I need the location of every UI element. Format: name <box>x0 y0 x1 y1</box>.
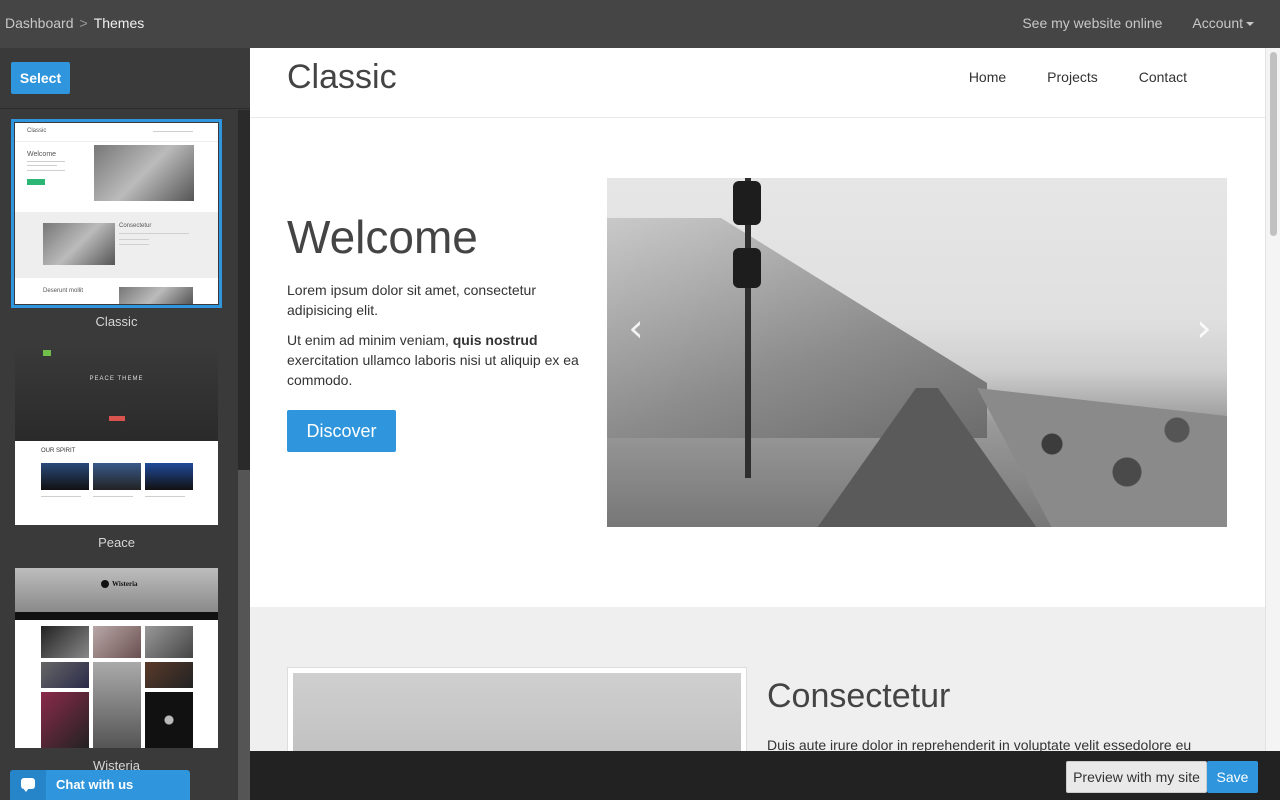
chat-label: Chat with us <box>56 777 134 792</box>
thumb-photo <box>145 692 193 748</box>
thumb-photo <box>145 463 193 490</box>
theme-thumbnail-wisteria: Wisteria <box>15 568 218 748</box>
slider-prev-icon[interactable]: ‹ <box>621 308 651 348</box>
breadcrumb-dashboard[interactable]: Dashboard <box>5 15 74 31</box>
peace-logo-icon <box>43 350 51 356</box>
chat-widget[interactable]: Chat with us <box>10 770 190 800</box>
site-title: Classic <box>287 58 397 96</box>
thumb-text-line <box>27 170 65 171</box>
thumb-button <box>27 179 45 185</box>
nav-home[interactable]: Home <box>969 69 1006 85</box>
thumb-photo <box>43 223 115 265</box>
thumb-photo <box>93 662 141 748</box>
thumb-photo <box>41 692 89 748</box>
see-website-link[interactable]: See my website online <box>1022 15 1162 31</box>
second-section-image <box>287 667 747 751</box>
select-button[interactable]: Select <box>11 62 70 94</box>
thumb-title: Classic <box>27 128 47 134</box>
hero-paragraph-2: Ut enim ad minim veniam, quis nostrud ex… <box>287 330 587 390</box>
thumb-hero <box>15 568 218 612</box>
sidebar-scrollbar-thumb[interactable] <box>238 470 250 800</box>
second-section-photo <box>293 673 741 751</box>
account-label: Account <box>1192 15 1243 31</box>
theme-card-wisteria[interactable]: Wisteria Wisteria <box>15 568 218 773</box>
theme-sidebar: Select Classic Welcome Consectetur Deser… <box>0 48 250 800</box>
theme-preview: Classic Home Projects Contact Welcome Lo… <box>250 48 1280 751</box>
theme-list[interactable]: Classic Welcome Consectetur Deserunt mol… <box>0 110 238 800</box>
thumb-photo <box>41 463 89 490</box>
top-right-links: See my website online Account <box>1022 15 1254 31</box>
slider-signal <box>733 181 761 225</box>
thumb-title: Wisteria <box>112 580 138 588</box>
thumb-section2-title: Deserunt mollit <box>43 288 84 294</box>
breadcrumb-separator: > <box>79 15 88 31</box>
thumb-photo <box>93 626 141 658</box>
account-menu[interactable]: Account <box>1192 15 1254 31</box>
hero-p2-pre: Ut enim ad minim veniam, <box>287 332 453 348</box>
thumb-text-line <box>119 233 189 234</box>
select-area: Select <box>0 48 250 109</box>
caret-down-icon <box>1246 22 1254 27</box>
thumb-hero <box>15 346 218 441</box>
bottom-bar: Preview with my site Save <box>250 751 1280 800</box>
thumb-text-line <box>119 239 149 240</box>
thumb-text-line <box>145 496 185 497</box>
save-button[interactable]: Save <box>1207 761 1258 793</box>
preview-with-my-site-button[interactable]: Preview with my site <box>1066 761 1207 793</box>
chat-bubble-icon <box>10 770 46 800</box>
theme-name-peace: Peace <box>98 535 135 550</box>
hero-p2-post: exercitation ullamco laboris nisi ut ali… <box>287 352 579 388</box>
sidebar-scrollbar[interactable] <box>238 110 250 800</box>
theme-thumbnail-peace: PEACE THEME OUR SPIRIT <box>15 346 218 525</box>
second-section-text: Duis aute irure dolor in reprehenderit i… <box>767 737 1192 751</box>
thumb-subtitle: OUR SPIRIT <box>41 448 76 454</box>
thumb-divider <box>15 141 218 142</box>
preview-scrollbar-thumb[interactable] <box>1270 52 1277 236</box>
second-section-heading: Consectetur <box>767 677 951 715</box>
thumb-button <box>109 416 125 421</box>
theme-card-classic[interactable]: Classic Welcome Consectetur Deserunt mol… <box>11 119 222 329</box>
preview-scrollbar[interactable] <box>1265 48 1280 751</box>
top-bar: Dashboard > Themes See my website online… <box>0 0 1280 48</box>
theme-card-peace[interactable]: PEACE THEME OUR SPIRIT Peace <box>15 346 218 550</box>
thumb-photo <box>145 626 193 658</box>
thumb-text-line <box>27 165 57 166</box>
site-header: Classic Home Projects Contact <box>250 48 1265 118</box>
thumb-welcome: Welcome <box>27 151 57 158</box>
thumb-section-title: Consectetur <box>119 223 152 229</box>
wisteria-logo-icon <box>101 580 109 588</box>
thumb-nav <box>15 612 218 620</box>
slider-signal <box>733 248 761 288</box>
breadcrumb-themes: Themes <box>93 15 145 31</box>
site-nav: Home Projects Contact <box>969 69 1187 85</box>
slider-next-icon[interactable]: › <box>1189 308 1219 348</box>
hero-heading: Welcome <box>287 211 478 263</box>
thumb-nav <box>153 131 193 132</box>
thumb-photo <box>94 145 194 201</box>
hero-section: Welcome Lorem ipsum dolor sit amet, cons… <box>250 118 1265 607</box>
thumb-text-line <box>119 244 149 245</box>
thumb-photo <box>119 287 193 304</box>
discover-button[interactable]: Discover <box>287 410 396 452</box>
nav-contact[interactable]: Contact <box>1139 69 1187 85</box>
thumb-photo <box>41 662 89 688</box>
thumb-text-line <box>41 496 81 497</box>
thumb-text-line <box>27 161 65 162</box>
hero-slider: ‹ › <box>607 178 1227 527</box>
thumb-text-line <box>93 496 133 497</box>
thumb-photo <box>41 626 89 658</box>
hero-paragraph-1: Lorem ipsum dolor sit amet, consectetur … <box>287 282 536 318</box>
theme-name-classic: Classic <box>95 314 138 329</box>
second-section: Consectetur Duis aute irure dolor in rep… <box>250 607 1265 751</box>
hero-p2-bold: quis nostrud <box>452 332 538 348</box>
thumb-photo <box>93 463 141 490</box>
thumb-photo <box>145 662 193 688</box>
breadcrumb: Dashboard > Themes <box>5 15 144 31</box>
thumb-hero-title: PEACE THEME <box>89 376 144 382</box>
nav-projects[interactable]: Projects <box>1047 69 1098 85</box>
theme-thumbnail-classic: Classic Welcome Consectetur Deserunt mol… <box>11 119 222 308</box>
